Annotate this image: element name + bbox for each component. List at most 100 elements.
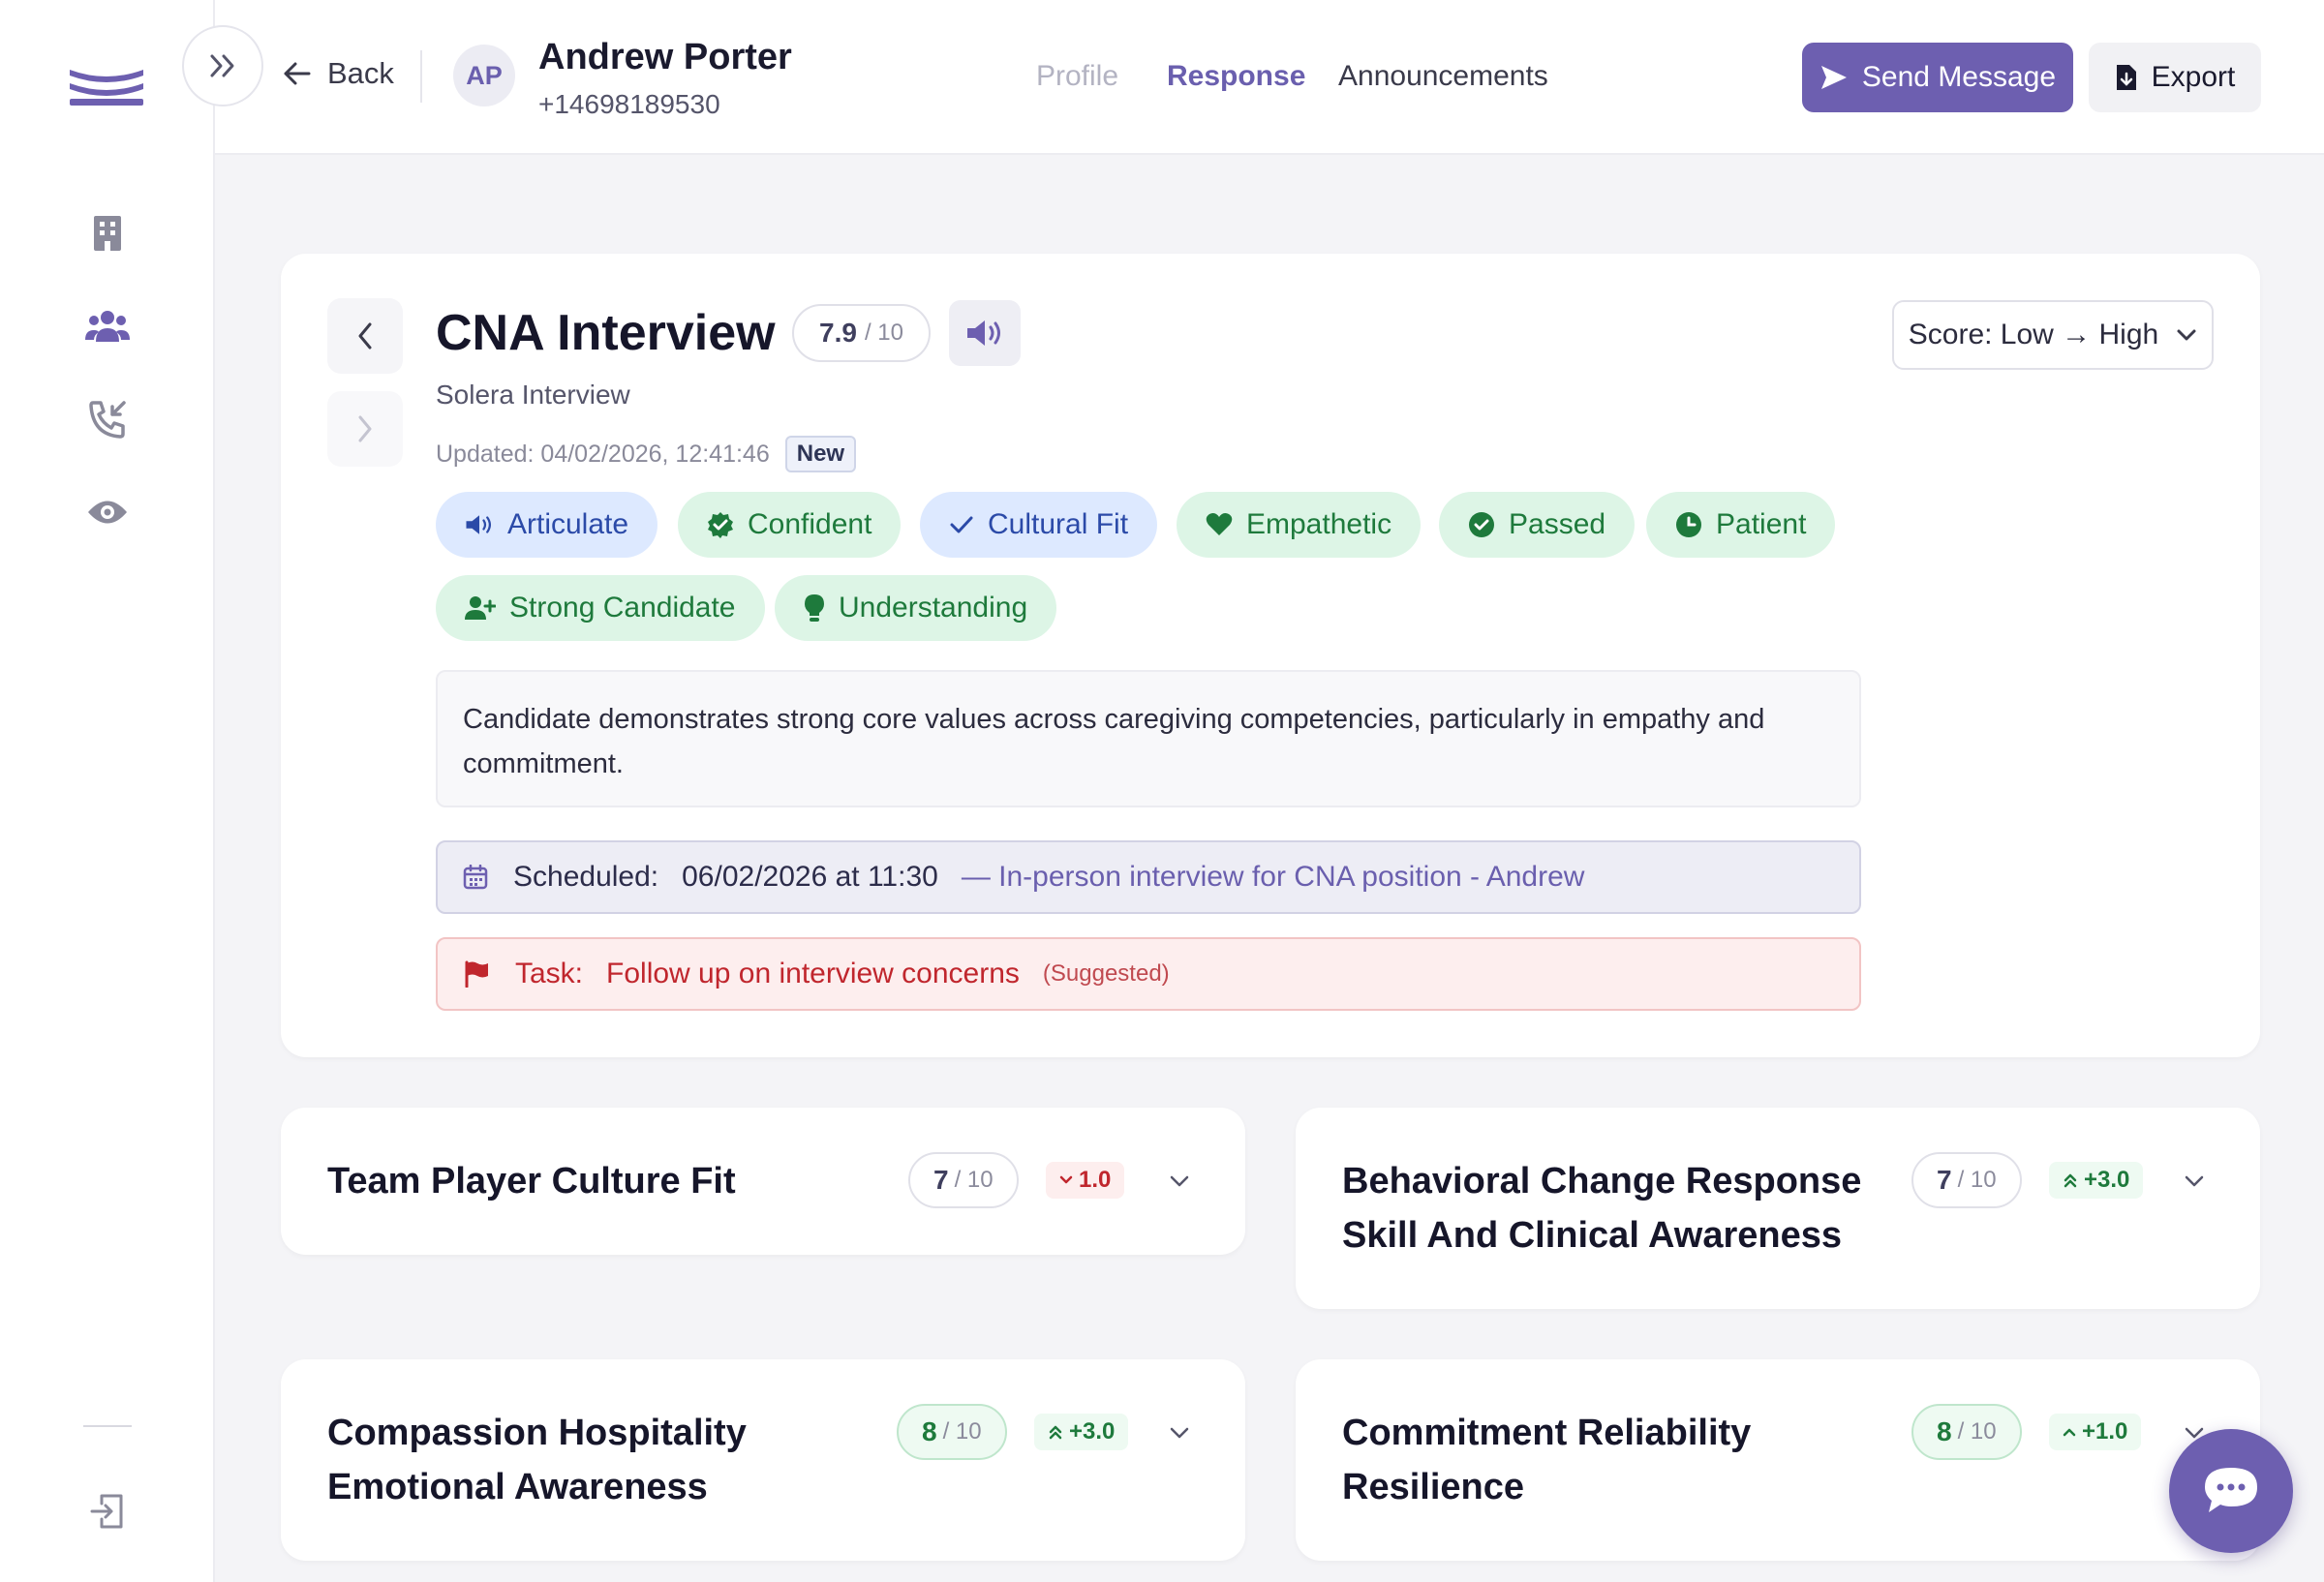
next-interview-button[interactable] xyxy=(327,391,403,467)
sort-select-value: Score: Low → High xyxy=(1908,319,2159,350)
expand-section-button[interactable] xyxy=(1162,1164,1197,1199)
interview-card: CNA Interview 7.9 / 10 Solera Interview … xyxy=(281,254,2260,1057)
scheduled-datetime: 06/02/2026 at 11:30 xyxy=(682,861,938,893)
expand-section-button[interactable] xyxy=(2177,1164,2212,1199)
section-delta: +1.0 xyxy=(2049,1414,2142,1450)
clock-icon xyxy=(1676,512,1701,537)
tab-response[interactable]: Response xyxy=(1167,60,1305,93)
overall-score: 7.9 xyxy=(819,318,857,348)
new-badge: New xyxy=(784,436,857,472)
section-score-max: / 10 xyxy=(942,1418,982,1445)
scheduled-banner[interactable]: Scheduled: 06/02/2026 at 11:30 — In-pers… xyxy=(436,840,1861,914)
section-title-line: Commitment Reliability xyxy=(1342,1413,1752,1453)
section-score-pill: 7 / 10 xyxy=(908,1152,1019,1208)
tag-articulate[interactable]: Articulate xyxy=(436,492,658,558)
section-score: 8 xyxy=(922,1416,937,1446)
section-card-commitment[interactable]: Commitment Reliability Resilience 8 / 10… xyxy=(1296,1359,2260,1561)
chevron-down-icon xyxy=(1059,1175,1073,1184)
flag-icon xyxy=(465,960,488,988)
send-message-label: Send Message xyxy=(1861,61,2057,93)
back-button[interactable]: Back xyxy=(283,56,394,91)
tab-profile[interactable]: Profile xyxy=(1036,60,1118,93)
chevron-down-icon xyxy=(2177,329,2196,341)
tag-passed[interactable]: Passed xyxy=(1439,492,1636,558)
section-delta-value: +1.0 xyxy=(2082,1418,2128,1445)
section-delta-value: 1.0 xyxy=(1079,1167,1112,1193)
arrow-left-icon xyxy=(284,62,311,85)
tag-empathetic[interactable]: Empathetic xyxy=(1177,492,1422,558)
tag-label: Patient xyxy=(1716,508,1807,540)
speaker-icon xyxy=(466,515,491,534)
tag-label: Strong Candidate xyxy=(509,592,736,624)
play-audio-button[interactable] xyxy=(949,300,1021,366)
chat-bubble-icon xyxy=(2205,1468,2257,1512)
task-banner[interactable]: Task: Follow up on interview concerns (S… xyxy=(436,937,1861,1011)
tab-announcements[interactable]: Announcements xyxy=(1338,60,1548,93)
send-icon xyxy=(1820,66,1847,89)
section-title: Commitment Reliability Resilience xyxy=(1342,1406,1751,1514)
section-card-team-player[interactable]: Team Player Culture Fit 7 / 10 1.0 xyxy=(281,1108,1245,1255)
previous-interview-button[interactable] xyxy=(327,298,403,374)
section-title: Team Player Culture Fit xyxy=(327,1154,736,1208)
section-card-behavioral-change[interactable]: Behavioral Change Response Skill And Cli… xyxy=(1296,1108,2260,1309)
logout-icon[interactable] xyxy=(76,1479,139,1543)
task-label: Task: xyxy=(515,958,584,989)
sidebar-divider xyxy=(83,1425,132,1427)
calendar-icon xyxy=(463,865,488,890)
chevron-right-icon xyxy=(358,415,372,442)
section-score-pill: 7 / 10 xyxy=(1911,1152,2022,1208)
eye-icon[interactable] xyxy=(76,480,139,544)
section-score: 7 xyxy=(1937,1165,1952,1195)
check-icon xyxy=(950,516,973,533)
header-divider xyxy=(420,50,422,103)
interview-title: CNA Interview xyxy=(436,305,776,361)
tag-label: Empathetic xyxy=(1246,508,1392,540)
section-delta: +3.0 xyxy=(2049,1162,2144,1199)
tag-label: Confident xyxy=(748,508,872,540)
user-plus-icon xyxy=(465,596,496,620)
overall-score-pill: 7.9 / 10 xyxy=(792,304,931,362)
scheduled-description: — In-person interview for CNA position -… xyxy=(961,861,1585,893)
export-button[interactable]: Export xyxy=(2089,43,2261,112)
send-message-button[interactable]: Send Message xyxy=(1802,43,2073,112)
section-card-compassion[interactable]: Compassion Hospitality Emotional Awarene… xyxy=(281,1359,1245,1561)
updated-timestamp: Updated: 04/02/2026, 12:41:46 xyxy=(436,440,770,468)
check-circle-icon xyxy=(1469,512,1494,537)
section-score-max: / 10 xyxy=(1957,1418,1997,1445)
speaker-icon xyxy=(967,320,1000,346)
section-score-max: / 10 xyxy=(1957,1167,1997,1193)
incoming-call-icon[interactable] xyxy=(76,387,139,451)
tag-cultural-fit[interactable]: Cultural Fit xyxy=(920,492,1158,558)
tag-confident[interactable]: Confident xyxy=(678,492,902,558)
building-icon[interactable] xyxy=(76,201,139,265)
sort-select[interactable]: Score: Low → High xyxy=(1892,300,2214,370)
section-title-line: Emotional Awareness xyxy=(327,1467,708,1507)
export-label: Export xyxy=(2151,61,2236,93)
users-icon[interactable] xyxy=(76,294,139,358)
section-title-line: Team Player Culture Fit xyxy=(327,1161,736,1202)
section-title-line: Skill And Clinical Awareness xyxy=(1342,1215,1843,1256)
brand-logo-icon[interactable] xyxy=(68,64,145,112)
section-title-line: Behavioral Change Response xyxy=(1342,1161,1862,1202)
section-score: 8 xyxy=(1937,1416,1952,1446)
tag-label: Cultural Fit xyxy=(988,508,1129,540)
overall-score-max: / 10 xyxy=(864,319,903,346)
chevron-left-icon xyxy=(358,322,372,350)
tag-understanding[interactable]: Understanding xyxy=(775,575,1057,641)
tag-strong-candidate[interactable]: Strong Candidate xyxy=(436,575,765,641)
section-delta-value: +3.0 xyxy=(2084,1167,2130,1193)
chat-button[interactable] xyxy=(2169,1429,2293,1553)
tag-label: Passed xyxy=(1509,508,1606,540)
candidate-phone: +14698189530 xyxy=(538,89,720,119)
chevron-down-icon xyxy=(2185,1175,2204,1187)
section-title-line: Compassion Hospitality xyxy=(327,1413,747,1453)
heart-icon xyxy=(1206,513,1233,535)
avatar: AP xyxy=(453,45,515,106)
chevron-up-icon xyxy=(2063,1428,2076,1437)
expand-section-button[interactable] xyxy=(1162,1415,1197,1450)
expand-sidebar-button[interactable] xyxy=(182,25,263,106)
section-score-pill: 8 / 10 xyxy=(897,1404,1007,1460)
tag-patient[interactable]: Patient xyxy=(1646,492,1836,558)
section-title: Compassion Hospitality Emotional Awarene… xyxy=(327,1406,747,1514)
top-header: Back AP Andrew Porter +14698189530 Profi… xyxy=(215,0,2324,155)
